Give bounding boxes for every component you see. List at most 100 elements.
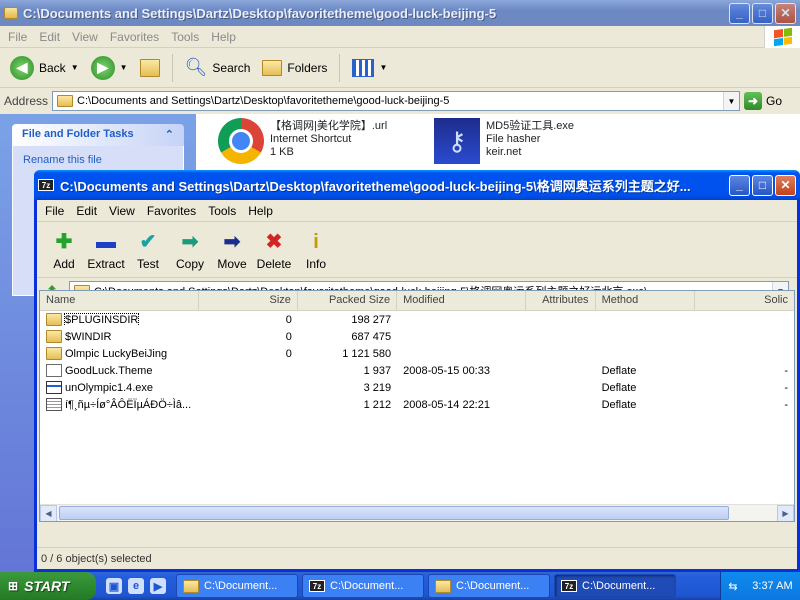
menu-favorites[interactable]: Favorites <box>141 202 202 220</box>
taskbar-button-label: C:\Document... <box>456 580 530 592</box>
up-folder-button[interactable] <box>136 58 164 77</box>
scroll-right-icon[interactable]: ▶ <box>777 504 794 521</box>
search-button[interactable]: 🔍︎ Search <box>181 57 255 78</box>
table-row[interactable]: Olmpic LuckyBeiJing 0 1 121 580 <box>40 345 794 362</box>
taskbar-window-button[interactable]: C:\Document... <box>428 574 550 598</box>
tool-label: Copy <box>175 257 204 271</box>
column-name[interactable]: Name <box>40 291 199 310</box>
copy-button[interactable]: ➡ Copy <box>169 231 211 271</box>
tool-label: Delete <box>256 257 292 271</box>
column-attributes[interactable]: Attributes <box>526 291 596 310</box>
extract-button[interactable]: ▬ Extract <box>85 231 127 271</box>
address-input[interactable]: C:\Documents and Settings\Dartz\Desktop\… <box>52 91 740 111</box>
chevron-down-icon[interactable]: ▼ <box>379 63 387 72</box>
doc-icon <box>46 364 62 377</box>
table-row[interactable]: unOlympic1.4.exe 3 219 Deflate - <box>40 379 794 396</box>
delete-button[interactable]: ✖ Delete <box>253 231 295 271</box>
clock[interactable]: 3:37 AM <box>752 580 792 592</box>
column-size[interactable]: Size <box>199 291 298 310</box>
test-button[interactable]: ✔ Test <box>127 231 169 271</box>
zip-toolbar: ✚ Add ▬ Extract ✔ Test ➡ Copy ➡ Move ✖ Delete i Info <box>37 222 797 278</box>
info-icon: i <box>313 231 319 253</box>
menu-edit[interactable]: Edit <box>70 202 103 220</box>
scroll-left-icon[interactable]: ◀ <box>40 504 57 521</box>
move-button[interactable]: ➡ Move <box>211 231 253 271</box>
sevenzip-icon: 7z <box>38 179 54 191</box>
column-modified[interactable]: Modified <box>397 291 527 310</box>
cell-solid: - <box>784 364 788 377</box>
column-packed-size[interactable]: Packed Size <box>298 291 398 310</box>
start-button[interactable]: ⊞ START <box>0 572 96 600</box>
rename-file-link[interactable]: Rename this file <box>23 152 173 168</box>
row-name: unOlympic1.4.exe <box>65 381 154 394</box>
folders-button[interactable]: Folders <box>258 59 331 76</box>
menu-tools[interactable]: Tools <box>165 28 205 46</box>
internet-explorer-icon[interactable]: e <box>128 578 144 594</box>
table-row[interactable]: í¶¸ñµ÷Íø°ÂÔËÏµÁÐÖ÷Ìâ... 1 212 2008-05-14 2… <box>40 396 794 413</box>
tool-label: Info <box>305 257 326 271</box>
menu-help[interactable]: Help <box>242 202 279 220</box>
taskbar-window-button[interactable]: C:\Document... <box>176 574 298 598</box>
cell-packed: 3 219 <box>363 381 392 394</box>
collapse-icon[interactable]: ⌃ <box>165 128 174 142</box>
go-button[interactable]: ➜ Go <box>743 92 782 110</box>
row-name: Olmpic LuckyBeiJing <box>65 347 168 360</box>
folder-icon <box>4 7 18 19</box>
forward-button[interactable]: ▶ ▼ <box>87 55 132 80</box>
chevron-down-icon[interactable]: ▼ <box>722 92 739 110</box>
network-icon[interactable]: ⇆ <box>728 580 737 593</box>
column-method[interactable]: Method <box>596 291 695 310</box>
minimize-button[interactable]: _ <box>729 2 750 24</box>
sevenzip-icon: 7z <box>309 580 325 592</box>
chevron-down-icon[interactable]: ▼ <box>120 63 128 72</box>
explorer-titlebar[interactable]: C:\Documents and Settings\Dartz\Desktop\… <box>0 0 800 26</box>
cell-modified: 2008-05-15 00:33 <box>403 364 490 377</box>
scroll-thumb[interactable] <box>59 506 729 520</box>
file-meta: 1 KB <box>270 146 294 158</box>
table-row[interactable]: $WINDIR 0 687 475 <box>40 328 794 345</box>
maximize-button[interactable]: □ <box>752 174 773 196</box>
cell-solid: - <box>784 398 788 411</box>
taskbar-button-label: C:\Document... <box>582 580 656 592</box>
task-group-header[interactable]: File and Folder Tasks ⌃ <box>12 124 184 146</box>
menu-file[interactable]: File <box>2 28 33 46</box>
maximize-button[interactable]: □ <box>752 2 773 24</box>
menu-file[interactable]: File <box>39 202 70 220</box>
test-icon: ✔ <box>139 231 157 253</box>
chevron-down-icon[interactable]: ▼ <box>71 63 79 72</box>
menu-help[interactable]: Help <box>205 28 242 46</box>
views-button[interactable]: ▼ <box>348 58 391 77</box>
table-row[interactable]: GoodLuck.Theme 1 937 2008-05-15 00:33 Defla… <box>40 362 794 379</box>
info-button[interactable]: i Info <box>295 231 337 271</box>
column-solid[interactable]: Solic <box>695 291 794 310</box>
list-rows: $PLUGINSDIR 0 198 277 $WINDIR 0 687 475 Olmpic… <box>40 311 794 413</box>
close-button[interactable]: ✕ <box>775 2 796 24</box>
table-row[interactable]: $PLUGINSDIR 0 198 277 <box>40 311 794 328</box>
scroll-track[interactable] <box>57 505 777 521</box>
cell-name: unOlympic1.4.exe <box>40 381 199 394</box>
search-icon: 🔍︎ <box>184 57 208 77</box>
file-tile[interactable]: ⚷ MD5验证工具.exe File hasher keir.net <box>434 118 574 164</box>
windows-logo-icon: ⊞ <box>8 579 19 593</box>
add-button[interactable]: ✚ Add <box>43 231 85 271</box>
back-button[interactable]: ◀ Back ▼ <box>6 55 83 80</box>
menu-tools[interactable]: Tools <box>202 202 242 220</box>
menu-edit[interactable]: Edit <box>33 28 66 46</box>
folder-icon <box>46 313 62 326</box>
zip-titlebar[interactable]: 7z C:\Documents and Settings\Dartz\Deskt… <box>34 170 800 200</box>
address-value: C:\Documents and Settings\Dartz\Desktop\… <box>77 95 450 107</box>
close-button[interactable]: ✕ <box>775 174 796 196</box>
taskbar-window-button[interactable]: 7z C:\Document... <box>302 574 424 598</box>
menu-view[interactable]: View <box>66 28 104 46</box>
menu-view[interactable]: View <box>103 202 141 220</box>
show-desktop-icon[interactable]: ▣ <box>106 578 122 594</box>
taskbar-window-button[interactable]: 7z C:\Document... <box>554 574 676 598</box>
media-player-icon[interactable]: ▶ <box>150 578 166 594</box>
cell-modified: 2008-05-14 22:21 <box>403 398 490 411</box>
address-bar: Address C:\Documents and Settings\Dartz\… <box>0 88 800 114</box>
horizontal-scrollbar[interactable]: ◀ ▶ <box>40 504 794 521</box>
minimize-button[interactable]: _ <box>729 174 750 196</box>
menu-favorites[interactable]: Favorites <box>104 28 165 46</box>
file-tile[interactable]: 【格调网|美化学院】.url Internet Shortcut 1 KB <box>218 118 387 164</box>
chrome-icon <box>218 118 264 164</box>
